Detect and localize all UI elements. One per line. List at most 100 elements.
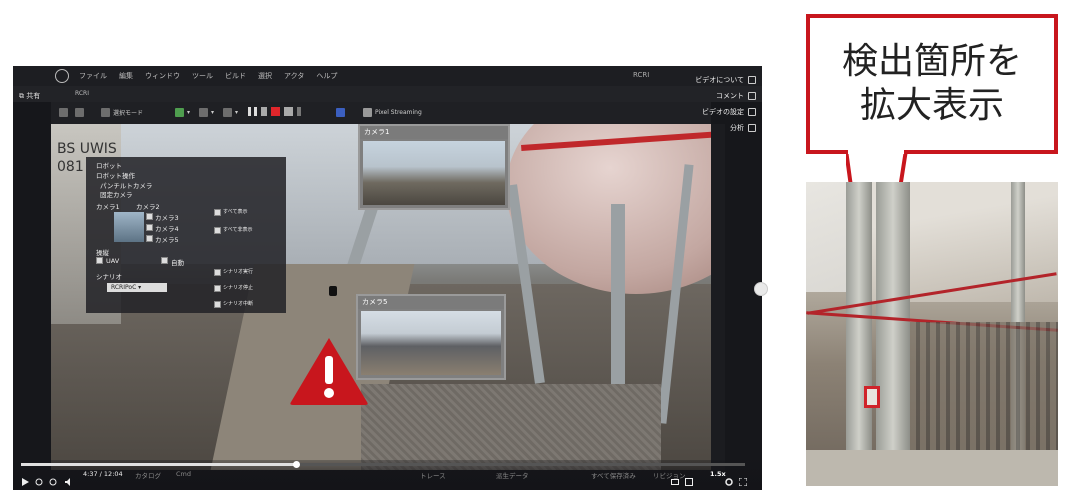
menu-select[interactable]: 選択 bbox=[258, 71, 272, 81]
fullscreen-icon[interactable] bbox=[738, 471, 748, 487]
tab-row: RCRI bbox=[13, 86, 762, 102]
show-all-label: すべて表示 bbox=[223, 209, 248, 215]
pixel-streaming-button[interactable]: Pixel Streaming bbox=[363, 106, 422, 119]
forward-icon[interactable] bbox=[49, 471, 57, 486]
cam3-checkbox[interactable] bbox=[146, 213, 153, 220]
hide-all-label: すべて非表示 bbox=[223, 227, 253, 233]
chart-icon bbox=[748, 124, 756, 132]
settings-icon bbox=[748, 108, 756, 116]
zoom-pole bbox=[876, 182, 910, 462]
progress-fill bbox=[21, 463, 297, 466]
auto-checkbox[interactable] bbox=[161, 257, 168, 264]
rewind-icon[interactable] bbox=[35, 471, 43, 486]
catalog-label: カタログ bbox=[135, 472, 161, 480]
detected-tag bbox=[864, 386, 880, 408]
subtitles-icon[interactable] bbox=[671, 471, 679, 485]
callout-line2: 拡大表示 bbox=[859, 85, 1004, 126]
scenario-run-checkbox[interactable] bbox=[214, 269, 221, 276]
robot-control-panel: ロボット ロボット操作 パンチルトカメラ 固定カメラ カメラ1 カメラ2 カメラ… bbox=[86, 157, 286, 313]
level-tab[interactable]: RCRI bbox=[75, 90, 89, 97]
gear-icon[interactable] bbox=[725, 471, 733, 486]
chapters-icon[interactable] bbox=[685, 471, 693, 486]
skip-icon[interactable] bbox=[261, 107, 267, 116]
video-settings-label: ビデオの設定 bbox=[702, 108, 744, 116]
comments-item[interactable]: コメント bbox=[695, 88, 756, 104]
scenario-stop-label: シナリオ停止 bbox=[223, 285, 254, 291]
cmd-label: Cmd bbox=[176, 470, 191, 478]
play-icon[interactable] bbox=[21, 471, 29, 486]
options-icon[interactable] bbox=[297, 107, 301, 116]
hide-all-checkbox[interactable] bbox=[214, 227, 221, 234]
cam3-label: カメラ3 bbox=[155, 214, 179, 222]
menu-actor[interactable]: アクタ bbox=[284, 71, 304, 81]
viewport-side-strip bbox=[711, 124, 725, 470]
warning-icon bbox=[290, 338, 368, 405]
save-icon[interactable] bbox=[59, 106, 71, 119]
about-video-item[interactable]: ビデオについて bbox=[695, 72, 756, 88]
unreal-logo-icon bbox=[55, 69, 69, 83]
save-all-label: すべて保存済み bbox=[591, 472, 636, 480]
camera1-preview[interactable]: カメラ1 bbox=[358, 124, 510, 210]
project-name: RCRI bbox=[633, 71, 650, 79]
menu-help[interactable]: ヘルプ bbox=[316, 71, 337, 81]
auto-label: 自動 bbox=[171, 259, 184, 267]
play-controls bbox=[248, 107, 301, 116]
scenario-stop-checkbox[interactable] bbox=[214, 285, 221, 292]
3d-viewport[interactable]: BS UWIS 081 ロボット ロボット操作 パンチルトカメラ 固定カメラ カ… bbox=[51, 124, 711, 470]
uav-label: UAV bbox=[106, 257, 120, 265]
camera1-title: カメラ1 bbox=[360, 126, 508, 139]
volume-icon[interactable] bbox=[65, 471, 73, 486]
fixed-cam-item[interactable]: 固定カメラ bbox=[100, 189, 133, 199]
uav-checkbox[interactable] bbox=[96, 257, 103, 264]
camera1-image bbox=[363, 141, 505, 205]
menu-edit[interactable]: 編集 bbox=[119, 71, 133, 81]
video-settings-item[interactable]: ビデオの設定 bbox=[695, 104, 756, 120]
robot-marker[interactable] bbox=[329, 286, 337, 296]
scenario-pause-checkbox[interactable] bbox=[214, 301, 221, 308]
streaming-icon bbox=[363, 108, 372, 117]
collapse-side-icon[interactable] bbox=[754, 282, 768, 296]
cam4-label: カメラ4 bbox=[155, 225, 179, 233]
menu-file[interactable]: ファイル bbox=[79, 71, 107, 81]
robot-ops-section[interactable]: ロボット操作 bbox=[96, 170, 135, 180]
pause-icon[interactable] bbox=[248, 107, 257, 116]
cursor-icon bbox=[101, 108, 110, 117]
analysis-label: 分析 bbox=[730, 124, 744, 132]
scenario-run-label: シナリオ実行 bbox=[223, 269, 254, 275]
browse-icon[interactable] bbox=[75, 106, 87, 119]
record-icon[interactable] bbox=[271, 107, 280, 116]
scenario-label: シナリオ bbox=[96, 273, 122, 281]
add-actor-icon[interactable]: ▾ bbox=[175, 106, 190, 119]
source-data-label: 派生データ bbox=[496, 472, 529, 480]
cinematics-icon[interactable]: ▾ bbox=[223, 106, 238, 119]
zoom-floor bbox=[806, 450, 1058, 486]
share-button[interactable]: ⧉ 共有 bbox=[19, 91, 40, 101]
callout-line1: 検出箇所を bbox=[841, 41, 1022, 82]
robot-section[interactable]: ロボット bbox=[96, 160, 122, 170]
control-section[interactable]: 操縦 bbox=[96, 247, 109, 257]
cam5-checkbox[interactable] bbox=[146, 235, 153, 242]
platforms-icon[interactable] bbox=[336, 106, 348, 119]
mode-select-button[interactable]: 選択モード bbox=[101, 106, 143, 119]
menu-window[interactable]: ウィンドウ bbox=[145, 71, 180, 81]
eject-icon[interactable] bbox=[284, 107, 293, 116]
callout-text: 検出箇所を 拡大表示 bbox=[810, 18, 1054, 150]
scenario-select[interactable]: RCRIPoC ▾ bbox=[107, 283, 167, 292]
zoom-pole bbox=[846, 182, 872, 462]
camera5-preview[interactable]: カメラ5 bbox=[356, 294, 506, 380]
blueprint-icon[interactable]: ▾ bbox=[199, 106, 214, 119]
menu-build[interactable]: ビルド bbox=[225, 71, 246, 81]
video-player: ファイル 編集 ウィンドウ ツール ビルド 選択 アクタ ヘルプ RCRI RC… bbox=[13, 66, 762, 490]
progress-bar[interactable] bbox=[21, 461, 745, 468]
cam4-checkbox[interactable] bbox=[146, 224, 153, 231]
pixel-streaming-label: Pixel Streaming bbox=[375, 109, 422, 116]
callout-box: 検出箇所を 拡大表示 bbox=[806, 14, 1058, 154]
playback-speed[interactable]: 1.5x bbox=[710, 470, 726, 478]
scenario-value: RCRIPoC bbox=[111, 284, 137, 291]
about-video-label: ビデオについて bbox=[695, 76, 744, 84]
show-all-checkbox[interactable] bbox=[214, 209, 221, 216]
cam5-label: カメラ5 bbox=[155, 236, 179, 244]
cam1-label: カメラ1 bbox=[96, 203, 120, 211]
menu-tools[interactable]: ツール bbox=[192, 71, 213, 81]
camera5-title: カメラ5 bbox=[358, 296, 504, 309]
